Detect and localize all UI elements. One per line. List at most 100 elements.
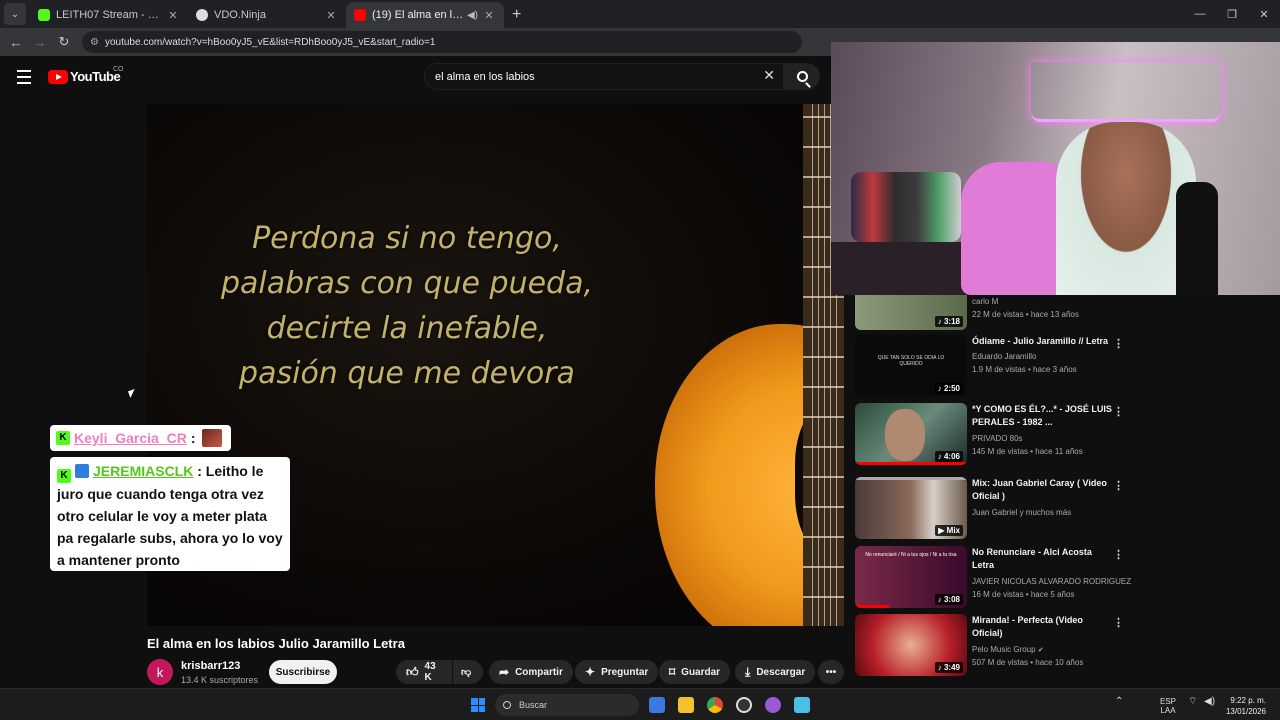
close-window-icon[interactable]: ✕: [1248, 0, 1280, 28]
share-label: Compartir: [515, 666, 563, 678]
thumbnail-caption: QUE TAN SOLO SE ODIA LO QUERIDO: [877, 355, 945, 367]
watch-progress-bar: [855, 605, 889, 608]
menu-icon[interactable]: [17, 70, 31, 88]
tab-kick[interactable]: LEITH07 Stream - Watch Live on Kick ✕: [30, 2, 188, 28]
language-indicator[interactable]: ESP LAA: [1160, 697, 1176, 715]
search-button[interactable]: [784, 63, 820, 90]
site-info-icon[interactable]: ⚙: [90, 37, 99, 48]
list-item[interactable]: ♪ 3:18 carlo M 22 M de vistas • hace 13 …: [855, 294, 1145, 330]
save-label: Guardar: [681, 666, 721, 678]
notepad-icon[interactable]: [794, 697, 810, 713]
thumbnail-caption: No renunciaré / Ni a tus ojos / Ni a tu …: [865, 552, 957, 558]
list-item[interactable]: ♪ 4:06 *Y COMO ES ÉL?...* - JOSÉ LUIS PE…: [855, 403, 1145, 465]
wifi-icon[interactable]: ⌔: [1188, 697, 1197, 707]
watch-progress-bar: [855, 462, 967, 465]
channel-name-text: Pelo Music Group: [972, 645, 1036, 654]
tab-vdo-ninja[interactable]: VDO.Ninja ✕: [188, 2, 346, 28]
channel-name: JAVIER NICOLAS ALVARADO RODRIGUEZ: [972, 577, 1132, 586]
video-title: Miranda! - Perfecta (Video Oficial): [972, 615, 1083, 638]
clear-search-icon[interactable]: ✕: [763, 67, 775, 84]
video-title: *Y COMO ES ÉL?...* - JOSÉ LUIS PERALES -…: [972, 404, 1112, 427]
search-query: el alma en los labios: [435, 70, 535, 83]
channel-name: Juan Gabriel y muchos más: [972, 508, 1072, 517]
clock[interactable]: 9:22 p. m. 13/01/2026: [1226, 695, 1266, 717]
forward-icon[interactable]: →: [28, 35, 52, 50]
more-options-icon[interactable]: ⋮: [1113, 548, 1124, 561]
verified-icon: ✔: [1037, 647, 1044, 654]
restore-icon[interactable]: ❐: [1216, 0, 1248, 28]
save-button[interactable]: ⌑ Guardar: [659, 660, 731, 684]
dislike-button[interactable]: 👎︎: [453, 660, 483, 684]
like-button[interactable]: 👍︎ 43 K: [396, 660, 452, 684]
date-text: 13/01/2026: [1225, 707, 1266, 716]
taskbar-search-label: Buscar: [519, 700, 548, 710]
reload-icon[interactable]: ↻: [52, 34, 76, 50]
duration-text: 3:18: [943, 317, 960, 326]
vdo-ninja-favicon-icon: [196, 9, 208, 21]
neon-sign: [1031, 62, 1221, 122]
duration-text: 3:49: [943, 663, 960, 672]
list-item[interactable]: ▶ Mix Mix: Juan Gabriel Caray ( Video Of…: [855, 477, 1145, 539]
list-item[interactable]: QUE TAN SOLO SE ODIA LO QUERIDO ♪ 2:50 Ó…: [855, 335, 1145, 397]
more-options-icon[interactable]: ⋮: [1113, 337, 1124, 350]
chrome-icon[interactable]: [707, 697, 723, 713]
video-meta: 507 M de vistas • hace 10 años: [972, 658, 1084, 667]
duration-badge: ♪ 2:50: [934, 383, 963, 394]
ask-button[interactable]: ✦ Preguntar: [575, 660, 659, 684]
video-thumbnail[interactable]: QUE TAN SOLO SE ODIA LO QUERIDO ♪ 2:50: [855, 335, 967, 397]
sub-badge-icon: [75, 464, 89, 478]
video-thumbnail[interactable]: ▶ Mix: [855, 477, 967, 539]
video-thumbnail[interactable]: No renunciaré / Ni a tus ojos / Ni a tu …: [855, 546, 967, 608]
duration-badge: ♪ 3:08: [934, 594, 963, 605]
video-meta: 16 M de vistas • hace 5 años: [972, 590, 1075, 599]
lyrics-line: Perdona si no tengo,: [252, 221, 562, 256]
store-icon[interactable]: [649, 697, 665, 713]
channel-name[interactable]: krisbarr123: [181, 660, 240, 672]
duration-badge: ♪ 3:49: [934, 662, 963, 673]
share-button[interactable]: ➦ Compartir: [489, 660, 573, 684]
file-explorer-icon[interactable]: [678, 697, 694, 713]
search-input[interactable]: el alma en los labios ✕: [424, 63, 784, 90]
tab-youtube[interactable]: (19) El alma en los labios Julio Jaramil…: [346, 2, 504, 28]
youtube-logo[interactable]: YouTube: [48, 69, 121, 84]
obs-icon[interactable]: [736, 697, 752, 713]
app-icon[interactable]: [765, 697, 781, 713]
list-item[interactable]: ♪ 3:49 Miranda! - Perfecta (Video Oficia…: [855, 614, 1145, 676]
lyrics-text: Perdona si no tengo, palabras con que pu…: [187, 216, 627, 396]
more-options-icon[interactable]: ⋮: [1113, 616, 1124, 629]
volume-icon[interactable]: ◀): [1204, 697, 1215, 707]
tab-search-button[interactable]: ⌄: [4, 3, 26, 25]
more-actions-button[interactable]: •••: [818, 660, 844, 684]
lyrics-line: pasión que me devora: [239, 356, 575, 391]
list-item[interactable]: No renunciaré / Ni a tus ojos / Ni a tu …: [855, 546, 1145, 608]
video-title: No Renunciare - Alci Acosta Letra: [972, 547, 1092, 570]
speaker-icon[interactable]: ◀): [467, 10, 478, 21]
more-options-icon[interactable]: ⋮: [1113, 479, 1124, 492]
tab-title: VDO.Ninja: [214, 9, 266, 21]
tab-title: LEITH07 Stream - Watch Live on Kick: [56, 9, 166, 21]
thumbs-up-icon: 👍︎: [406, 664, 419, 679]
back-icon[interactable]: ←: [4, 35, 28, 50]
close-icon[interactable]: ✕: [324, 9, 338, 22]
url-field[interactable]: ⚙ youtube.com/watch?v=hBoo0yJ5_vE&list=R…: [82, 31, 802, 53]
download-button[interactable]: ⤓ Descargar: [735, 660, 816, 684]
youtube-play-icon: [48, 69, 68, 84]
webcam-overlay: [831, 42, 1280, 295]
new-tab-button[interactable]: +: [512, 6, 521, 24]
taskbar-search[interactable]: Buscar: [495, 694, 639, 716]
portrait-image: [885, 409, 925, 461]
more-options-icon[interactable]: ⋮: [1113, 405, 1124, 418]
video-thumbnail[interactable]: ♪ 4:06: [855, 403, 967, 465]
video-meta: 145 M de vistas • hace 11 años: [972, 447, 1083, 456]
windows-start-icon[interactable]: [471, 698, 485, 712]
chevron-up-icon[interactable]: ⌃: [1115, 697, 1123, 707]
screen: ⌄ LEITH07 Stream - Watch Live on Kick ✕ …: [0, 0, 1280, 720]
subscribe-button[interactable]: Suscribirse: [269, 660, 337, 684]
minimize-icon[interactable]: —: [1184, 0, 1216, 28]
video-thumbnail[interactable]: ♪ 3:18: [855, 294, 967, 330]
video-thumbnail[interactable]: ♪ 3:49: [855, 614, 967, 676]
close-icon[interactable]: ✕: [482, 9, 496, 22]
close-icon[interactable]: ✕: [166, 9, 180, 22]
sparkle-icon: ✦: [585, 665, 596, 679]
avatar[interactable]: k: [147, 659, 173, 685]
